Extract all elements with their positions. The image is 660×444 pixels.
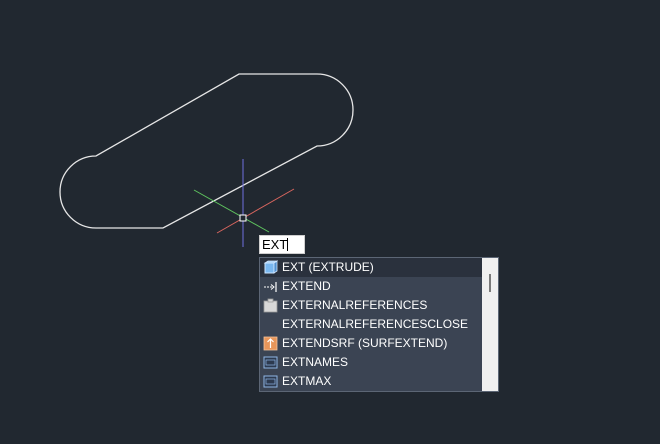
suggestion-label: EXTNAMES bbox=[282, 355, 349, 369]
suggestion-label: EXTEND bbox=[282, 279, 331, 293]
extmax-icon bbox=[263, 375, 278, 388]
suggestion-label: EXTERNALREFERENCESCLOSE bbox=[282, 317, 469, 331]
external-references-icon bbox=[263, 298, 278, 313]
suggestion-externalreferencesclose[interactable]: EXTERNALREFERENCESCLOSE bbox=[260, 315, 482, 334]
x-axis-line bbox=[216, 188, 295, 234]
scrollbar-thumb[interactable] bbox=[489, 274, 491, 292]
dynamic-input-field[interactable]: EXT bbox=[259, 235, 305, 254]
extend-icon bbox=[264, 282, 277, 292]
suggestion-extendsrf[interactable]: EXTENDSRF (SURFEXTEND) bbox=[260, 334, 482, 353]
extrude-icon bbox=[263, 260, 278, 274]
suggestion-label: EXTMAX bbox=[282, 374, 332, 388]
obround-polyline[interactable] bbox=[59, 73, 354, 229]
surface-extend-icon bbox=[263, 336, 278, 351]
text-caret bbox=[287, 238, 289, 251]
z-axis-line bbox=[193, 189, 270, 233]
command-autocomplete-list[interactable]: EXT (EXTRUDE) EXTEND EXTERNALREFERENCES … bbox=[259, 257, 499, 392]
suggestion-label: EXT (EXTRUDE) bbox=[282, 260, 374, 274]
suggestion-label: EXTENDSRF (SURFEXTEND) bbox=[282, 336, 448, 350]
suggestion-ext-extrude[interactable]: EXT (EXTRUDE) bbox=[260, 258, 482, 277]
drawing-canvas[interactable]: EXT EXT (EXTRUDE) EXTEND EXTERNALREFEREN… bbox=[0, 0, 660, 444]
pickbox bbox=[239, 214, 247, 222]
typed-command: EXT bbox=[262, 237, 288, 252]
list-scrollbar[interactable] bbox=[482, 258, 498, 391]
suggestion-extmax[interactable]: EXTMAX bbox=[260, 372, 482, 391]
extnames-icon bbox=[263, 356, 278, 369]
suggestion-label: EXTERNALREFERENCES bbox=[282, 298, 428, 312]
suggestion-extnames[interactable]: EXTNAMES bbox=[260, 353, 482, 372]
suggestion-externalreferences[interactable]: EXTERNALREFERENCES bbox=[260, 296, 482, 315]
suggestion-extend[interactable]: EXTEND bbox=[260, 277, 482, 296]
